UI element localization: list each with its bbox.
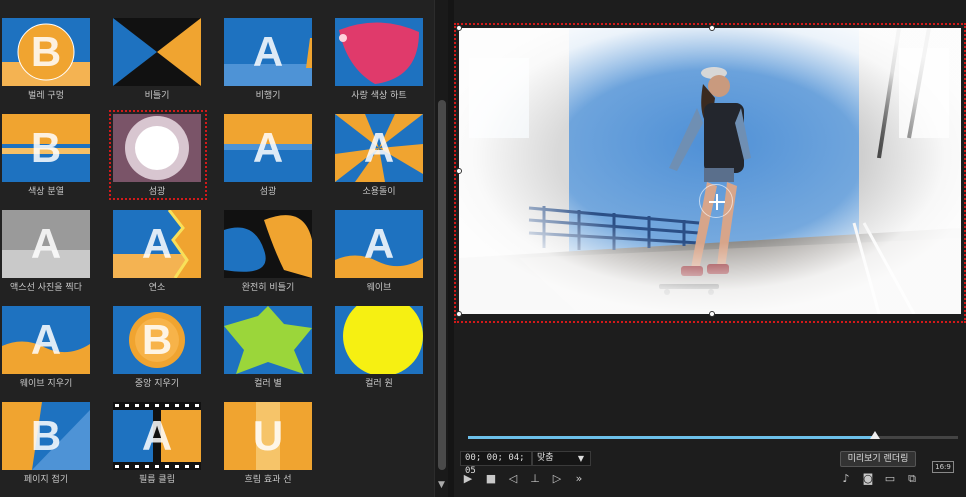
effect-thumbnail: A [335,210,423,278]
effect-thumbnail-letter: B [31,412,61,459]
play-icon[interactable]: ▶ [460,471,476,487]
effect-thumbnail [224,210,312,278]
effect-thumbnail-letter: B [142,316,172,363]
effect-label: 흐림 효과 선 [244,475,292,485]
effect-label: 연소 [148,283,166,293]
snapshot-camera-icon[interactable]: ◙ [860,471,876,487]
split-clip-icon[interactable]: ⊥ [527,471,543,487]
effect-label: 비행기 [255,91,281,101]
resize-handle-bottom[interactable] [709,311,715,317]
stop-icon[interactable]: ■ [483,471,499,487]
effect-thumbnail: A [224,18,312,86]
effect-tile[interactable] [335,306,423,374]
preview-panel: 00; 00; 04; 05 맞춤 ▼ 미리보기 렌더링 ▶ ■ ◁ ⊥ ▷ »… [454,0,966,497]
previous-frame-icon[interactable]: ◁ [505,471,521,487]
volume-icon[interactable]: ♪ [838,471,854,487]
aspect-ratio-button[interactable]: 16:9 [932,461,954,473]
timecode-display[interactable]: 00; 00; 04; 05 [460,451,532,476]
effect-thumbnail [113,18,201,86]
scroll-down-arrow-icon[interactable]: ▼ [438,480,445,490]
effect-label: 중앙 지우기 [134,379,180,389]
effect-tile[interactable]: A [335,114,423,182]
effect-tile[interactable]: B [113,306,201,374]
effect-thumbnail-letter: A [364,220,394,267]
effect-thumbnail: B [113,306,201,374]
effect-thumbnail [224,306,312,374]
app-window: B 벌레 구멍 비틀기 A 비행기 사랑 색상 하트 B 색상 분열 섬광 A 섬광 A 소용돌이 A 액스… [0,0,966,497]
timeline-scrubber[interactable] [468,431,958,439]
effect-label: 웨이브 [366,283,392,293]
effect-thumbnail: U [224,402,312,470]
effect-label: 액스선 사진을 찍다 [10,283,82,293]
effect-tile[interactable]: A [113,402,201,470]
effect-thumbnail-letter: A [142,412,172,459]
resize-handle-left[interactable] [456,168,462,174]
effect-tile[interactable]: A [2,306,90,374]
effect-tile[interactable]: A [224,114,312,182]
effect-tile[interactable] [113,18,201,86]
effect-thumbnail-letter: A [364,124,394,171]
effect-thumbnail: A [113,402,201,470]
effect-tile[interactable]: B [2,402,90,470]
timeline-progress [468,436,875,439]
effect-tile[interactable] [335,18,423,86]
preview-render-button[interactable]: 미리보기 렌더링 [840,451,916,467]
effect-tile[interactable] [224,306,312,374]
effects-scrollbar[interactable]: ▼ [434,0,448,497]
effect-thumbnail-letter: A [31,220,61,267]
effect-thumbnail: A [224,114,312,182]
effect-thumbnail: B [2,114,90,182]
effect-thumbnail: A [113,210,201,278]
effect-label: 페이지 접기 [23,475,69,485]
resize-handle-top[interactable] [709,25,715,31]
effect-label: 완전히 비틀기 [241,283,295,293]
effect-thumbnail: A [2,306,90,374]
effect-label: 컬러 별 [254,379,282,389]
transition-effects-panel: B 벌레 구멍 비틀기 A 비행기 사랑 색상 하트 B 색상 분열 섬광 A 섬광 A 소용돌이 A 액스… [0,0,434,497]
effect-tile[interactable]: A [2,210,90,278]
effect-tile[interactable]: B [2,114,90,182]
effect-tile[interactable] [224,210,312,278]
undock-preview-icon[interactable]: ⧉ [904,471,920,487]
effect-tile[interactable]: U [224,402,312,470]
effect-thumbnail: B [2,402,90,470]
effect-tile[interactable]: B [2,18,90,86]
effect-label: 컬러 원 [365,379,393,389]
fast-forward-icon[interactable]: » [571,471,587,487]
effect-thumbnail [335,306,423,374]
effect-label: 웨이브 지우기 [19,379,73,389]
selected-effect-outline [109,110,207,200]
effect-thumbnail-letter: U [253,412,283,459]
effect-thumbnail-letter: A [31,316,61,363]
chevron-down-icon: ▼ [577,454,584,463]
effect-label: 벌레 구멍 [28,91,64,101]
effect-label: 소용돌이 [362,187,396,197]
effect-label: 색상 분열 [28,187,64,197]
effect-thumbnail-letter: B [31,28,61,75]
resize-handle-top-left[interactable] [456,25,462,31]
effect-thumbnail: B [2,18,90,86]
resize-handle-bottom-left[interactable] [456,311,462,317]
effect-thumbnail-letter: B [31,124,61,171]
effect-tile[interactable]: A [335,210,423,278]
effect-label: 비틀기 [144,91,170,101]
effect-thumbnail-letter: A [253,124,283,171]
zoom-fit-label: 맞춤 [537,453,554,463]
effect-tile[interactable]: A [224,18,312,86]
effect-thumbnail: A [2,210,90,278]
effect-label: 필름 클립 [139,475,175,485]
zoom-fit-select[interactable]: 맞춤 ▼ [532,451,591,466]
playhead[interactable] [869,431,880,439]
effect-thumbnail [335,18,423,86]
effect-thumbnail-letter: A [142,220,172,267]
scrollbar-thumb[interactable] [438,100,446,470]
effect-label: 사랑 색상 하트 [351,91,407,101]
effect-tile[interactable]: A [113,210,201,278]
effect-label: 섬광 [259,187,277,197]
preview-selection-frame[interactable] [454,23,966,323]
effect-thumbnail-letter: A [253,28,283,75]
subtitle-icon[interactable]: ▭ [882,471,898,487]
effect-thumbnail: A [335,114,423,182]
next-frame-icon[interactable]: ▷ [549,471,565,487]
